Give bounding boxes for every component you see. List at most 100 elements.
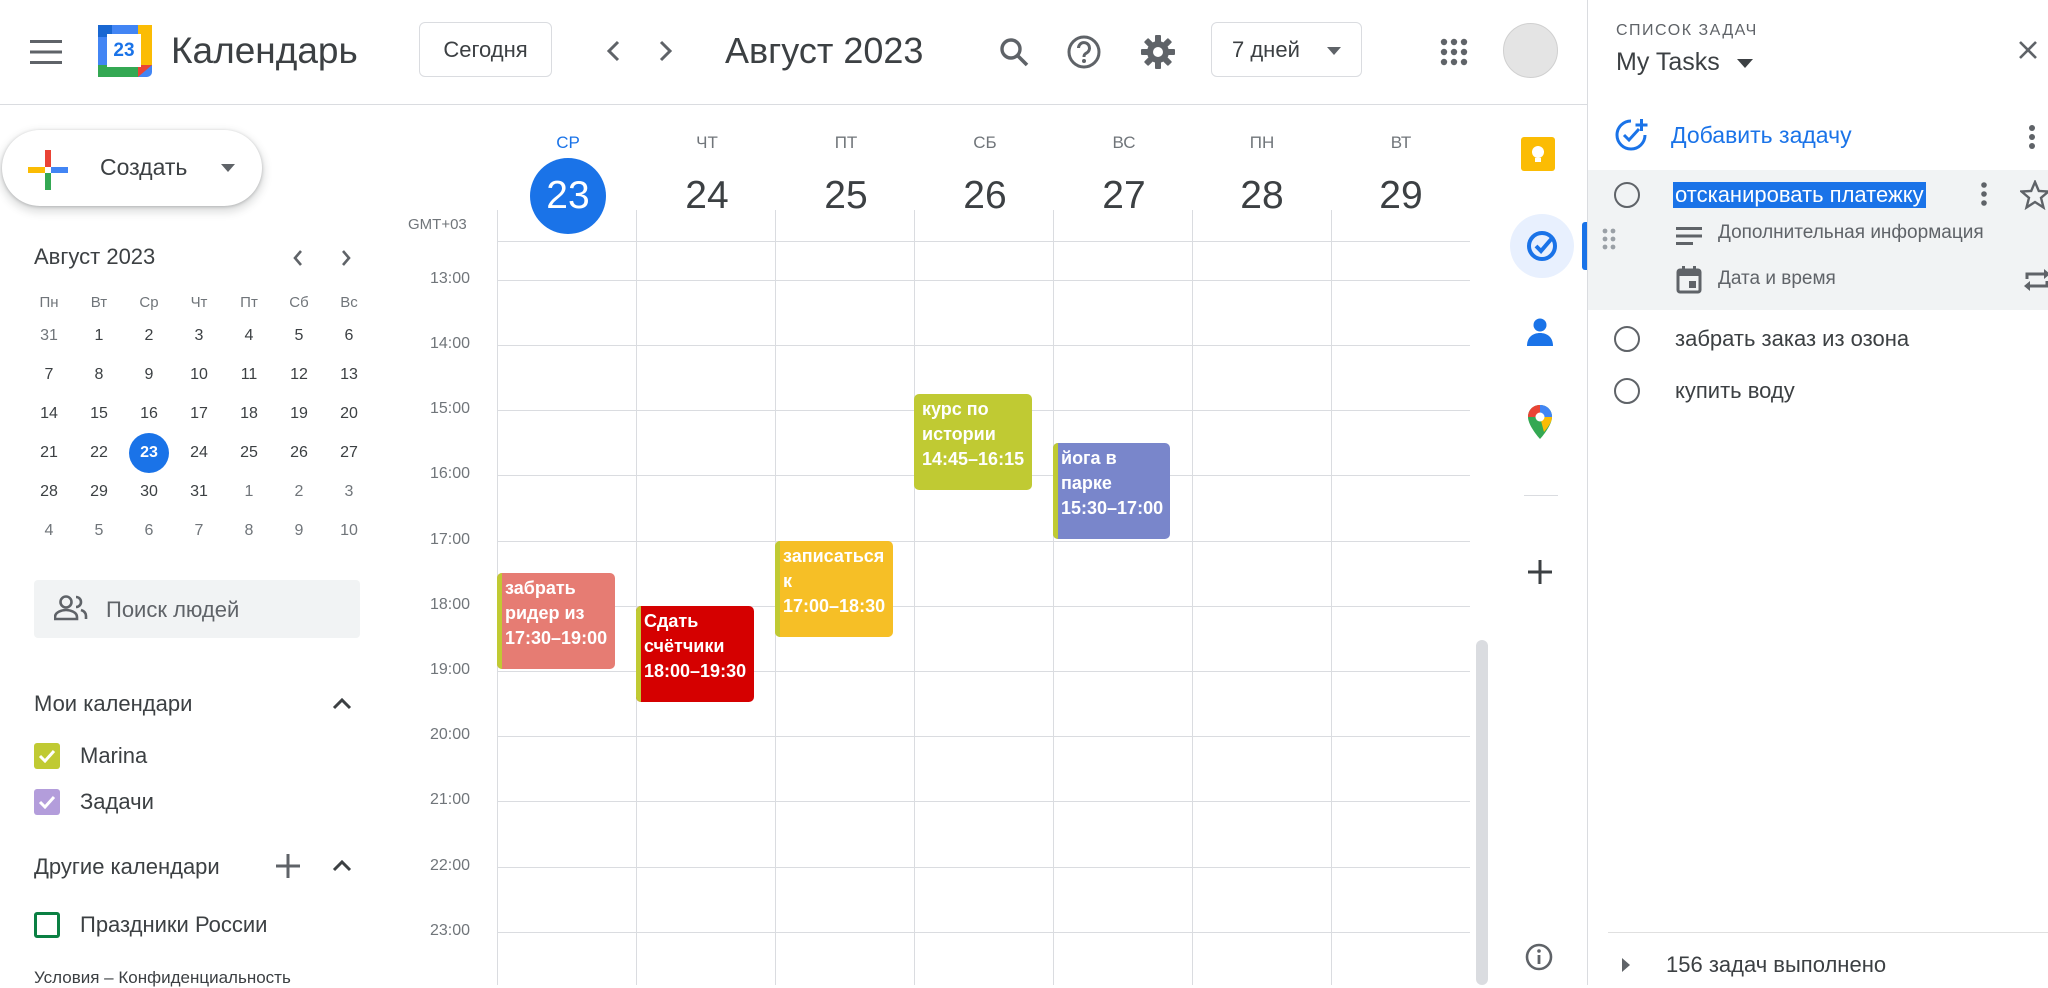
checkbox-unchecked-icon[interactable] — [34, 912, 60, 938]
checkbox-checked-icon[interactable] — [34, 743, 60, 769]
mini-day[interactable]: 10 — [324, 511, 374, 550]
mini-day[interactable]: 20 — [324, 394, 374, 433]
mini-day[interactable]: 24 — [174, 433, 224, 472]
mini-day[interactable]: 9 — [124, 355, 174, 394]
task-item[interactable]: забрать заказ из озона — [1675, 326, 1909, 352]
event-card[interactable]: записаться к 17:00–18:30 — [775, 541, 893, 637]
event-card[interactable]: забрать ридер из 17:30–19:00 — [497, 573, 615, 669]
mini-day[interactable]: 15 — [74, 394, 124, 433]
calendar-item-tasks[interactable]: Задачи — [34, 786, 154, 818]
help-icon[interactable] — [1060, 28, 1108, 76]
star-icon[interactable] — [2020, 180, 2048, 210]
calendar-item-marina[interactable]: Marina — [34, 740, 147, 772]
checkbox-checked-icon[interactable] — [34, 789, 60, 815]
mini-day[interactable]: 8 — [74, 355, 124, 394]
mini-day[interactable]: 6 — [324, 316, 374, 355]
settings-gear-icon[interactable] — [1134, 28, 1182, 76]
task-title-input[interactable]: отсканировать платежку — [1673, 182, 1926, 208]
mini-day[interactable]: 30 — [124, 472, 174, 511]
completed-tasks-toggle[interactable]: 156 задач выполнено — [1666, 952, 1886, 978]
view-select[interactable]: 7 дней — [1211, 22, 1362, 77]
mini-day[interactable]: 11 — [224, 355, 274, 394]
mini-day[interactable]: 2 — [274, 472, 324, 511]
search-people-input[interactable]: Поиск людей — [34, 580, 360, 638]
add-task-icon[interactable] — [1614, 118, 1648, 152]
mini-day[interactable]: 6 — [124, 511, 174, 550]
mini-day[interactable]: 7 — [174, 511, 224, 550]
mini-day[interactable]: 16 — [124, 394, 174, 433]
collapse-chevron-up-icon[interactable] — [324, 686, 360, 722]
event-card[interactable]: йога в парке 15:30–17:00 — [1053, 443, 1170, 539]
day-header-24[interactable]: ЧТ 24 — [638, 128, 776, 234]
close-icon[interactable] — [2008, 30, 2048, 70]
mini-day[interactable]: 5 — [274, 316, 324, 355]
mini-day[interactable]: 9 — [274, 511, 324, 550]
chevron-left-icon[interactable] — [590, 28, 636, 74]
mini-day[interactable]: 18 — [224, 394, 274, 433]
task-more-vert-icon[interactable] — [1980, 182, 1996, 210]
mini-day[interactable]: 29 — [74, 472, 124, 511]
create-button[interactable]: Создать — [2, 130, 262, 206]
mini-day[interactable]: 4 — [24, 511, 74, 550]
chevron-right-icon[interactable] — [643, 28, 689, 74]
mini-day[interactable]: 28 — [24, 472, 74, 511]
add-calendar-plus-icon[interactable] — [270, 848, 306, 884]
today-button[interactable]: Сегодня — [419, 22, 552, 77]
mini-day[interactable]: 8 — [224, 511, 274, 550]
mini-day[interactable]: 3 — [324, 472, 374, 511]
mini-day[interactable]: 3 — [174, 316, 224, 355]
mini-day-selected[interactable]: 23 — [124, 433, 174, 472]
day-header-23[interactable]: СР 23 — [499, 128, 637, 234]
keep-icon[interactable] — [1510, 126, 1566, 182]
maps-pin-icon[interactable] — [1512, 394, 1568, 450]
day-header-25[interactable]: ПТ 25 — [777, 128, 915, 234]
account-avatar[interactable] — [1503, 23, 1558, 78]
add-addon-plus-icon[interactable] — [1512, 544, 1568, 600]
mini-day[interactable]: 14 — [24, 394, 74, 433]
mini-day[interactable]: 26 — [274, 433, 324, 472]
mini-day[interactable]: 10 — [174, 355, 224, 394]
apps-grid-icon[interactable] — [1430, 28, 1478, 76]
mini-day[interactable]: 21 — [24, 433, 74, 472]
search-icon[interactable] — [990, 28, 1038, 76]
day-header-28[interactable]: ПН 28 — [1193, 128, 1331, 234]
main-menu-icon[interactable] — [22, 28, 70, 76]
terms-privacy-link[interactable]: Условия – Конфиденциальность — [34, 968, 291, 988]
task-item[interactable]: купить воду — [1675, 378, 1795, 404]
grid-scrollbar[interactable] — [1476, 640, 1488, 985]
mini-day[interactable]: 12 — [274, 355, 324, 394]
repeat-icon[interactable] — [2022, 266, 2048, 294]
mini-next-month-icon[interactable] — [328, 240, 364, 276]
task-item-active[interactable]: отсканировать платежку Дополнительная ин… — [1588, 170, 2048, 310]
task-date-time-field[interactable]: Дата и время — [1718, 268, 1836, 290]
mini-day[interactable]: 25 — [224, 433, 274, 472]
day-header-29[interactable]: ВТ 29 — [1332, 128, 1470, 234]
task-details-field[interactable]: Дополнительная информация — [1718, 222, 1984, 244]
calendar-item-holidays[interactable]: Праздники России — [34, 909, 267, 941]
contacts-icon[interactable] — [1512, 304, 1568, 360]
task-list-select[interactable]: My Tasks — [1616, 48, 1753, 77]
mini-day[interactable]: 27 — [324, 433, 374, 472]
mini-day[interactable]: 17 — [174, 394, 224, 433]
event-card[interactable]: Сдать счётчики 18:00–19:30 — [636, 606, 754, 702]
mini-day[interactable]: 2 — [124, 316, 174, 355]
mini-day[interactable]: 19 — [274, 394, 324, 433]
mini-day[interactable]: 5 — [74, 511, 124, 550]
event-card[interactable]: курс по истории 14:45–16:15 — [914, 394, 1032, 490]
day-header-27[interactable]: ВС 27 — [1055, 128, 1193, 234]
tasks-icon[interactable] — [1510, 214, 1574, 278]
collapse-chevron-up-icon[interactable] — [324, 848, 360, 884]
mini-day[interactable]: 31 — [174, 472, 224, 511]
task-complete-radio[interactable] — [1614, 182, 1640, 208]
mini-prev-month-icon[interactable] — [280, 240, 316, 276]
mini-day[interactable]: 1 — [224, 472, 274, 511]
day-header-26[interactable]: СБ 26 — [916, 128, 1054, 234]
info-icon[interactable] — [1514, 932, 1564, 982]
expand-caret-right-icon[interactable] — [1622, 958, 1634, 972]
mini-day[interactable]: 4 — [224, 316, 274, 355]
add-task-button[interactable]: Добавить задачу — [1671, 122, 1852, 149]
mini-day[interactable]: 22 — [74, 433, 124, 472]
more-vert-icon[interactable] — [2028, 124, 2048, 154]
mini-day[interactable]: 7 — [24, 355, 74, 394]
task-complete-radio[interactable] — [1614, 326, 1640, 352]
